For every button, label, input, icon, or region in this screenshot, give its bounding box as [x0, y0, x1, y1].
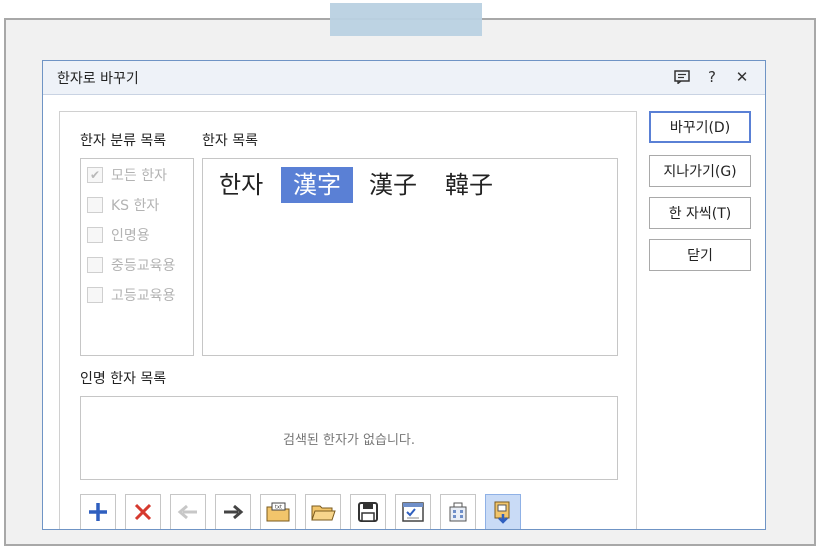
delete-button[interactable] — [125, 494, 161, 529]
name-hanja-label: 인명 한자 목록 — [80, 371, 167, 387]
titlebar: 한자로 바꾸기 ? ✕ — [43, 61, 765, 95]
category-item-label: 중등교육용 — [111, 258, 176, 274]
checklist-button[interactable] — [395, 494, 431, 529]
name-hanja-list: 검색된 한자가 없습니다. — [80, 396, 618, 480]
category-item-label: 고등교육용 — [111, 288, 176, 304]
save-icon — [358, 502, 378, 522]
replace-button[interactable]: 바꾸기(D) — [649, 111, 751, 143]
arrow-right-icon — [224, 504, 244, 520]
tape-decoration — [330, 3, 482, 36]
help-icon[interactable]: ? — [703, 68, 721, 86]
export-icon — [494, 501, 510, 524]
checkbox-icon[interactable] — [87, 197, 103, 213]
category-item-label: KS 한자 — [111, 198, 160, 214]
building-button[interactable] — [440, 494, 476, 529]
export-button[interactable] — [485, 494, 521, 529]
main-panel: 한자 분류 목록 한자 목록 ✔ 모든 한자 KS 한자 인명용 중등교육용 고… — [59, 111, 637, 529]
hanja-item[interactable]: 韓子 — [445, 167, 493, 203]
category-item-middle[interactable]: 중등교육용 — [87, 255, 175, 275]
checkbox-icon[interactable] — [87, 287, 103, 303]
hanja-item[interactable]: 한자 — [219, 167, 263, 203]
category-item-high[interactable]: 고등교육용 — [87, 285, 175, 305]
dialog-title: 한자로 바꾸기 — [57, 71, 139, 87]
hanja-item[interactable]: 漢子 — [369, 167, 417, 203]
svg-text:txt: txt — [275, 505, 282, 511]
open-folder-button[interactable] — [305, 494, 341, 529]
add-button[interactable] — [80, 494, 116, 529]
category-item-ks[interactable]: KS 한자 — [87, 195, 159, 215]
move-left-button[interactable] — [170, 494, 206, 529]
category-item-label: 모든 한자 — [111, 168, 167, 184]
folder-text-icon: txt — [266, 502, 290, 522]
hanja-list-label: 한자 목록 — [202, 133, 258, 149]
toolbar: txt — [80, 494, 530, 529]
category-list: ✔ 모든 한자 KS 한자 인명용 중등교육용 고등교육용 — [80, 158, 194, 356]
folder-open-icon — [311, 505, 336, 521]
close-icon[interactable]: ✕ — [733, 68, 751, 86]
move-right-button[interactable] — [215, 494, 251, 529]
arrow-left-icon — [177, 504, 197, 520]
comment-icon[interactable] — [673, 68, 691, 86]
empty-message: 검색된 한자가 없습니다. — [283, 432, 415, 448]
hanja-list: 한자 漢字 漢子 韓子 — [202, 158, 618, 356]
skip-button[interactable]: 지나가기(G) — [649, 155, 751, 187]
checklist-icon — [402, 502, 424, 522]
save-button[interactable] — [350, 494, 386, 529]
titlebar-icons: ? ✕ — [673, 68, 751, 86]
checkbox-icon[interactable] — [87, 257, 103, 273]
one-by-one-button[interactable]: 한 자씩(T) — [649, 197, 751, 229]
add-icon — [89, 503, 107, 521]
checkbox-icon[interactable] — [87, 227, 103, 243]
hanja-item-selected[interactable]: 漢字 — [281, 167, 353, 203]
checkbox-checked-icon[interactable]: ✔ — [87, 167, 103, 183]
hanja-convert-dialog: 한자로 바꾸기 ? ✕ 한자 분류 목록 한자 목록 ✔ 모든 한자 KS 한자… — [42, 60, 766, 530]
building-icon — [449, 502, 467, 522]
category-item-all[interactable]: ✔ 모든 한자 — [87, 165, 167, 185]
delete-icon — [134, 503, 152, 521]
category-label: 한자 분류 목록 — [80, 133, 167, 149]
category-item-name[interactable]: 인명용 — [87, 225, 150, 245]
open-text-button[interactable]: txt — [260, 494, 296, 529]
close-button[interactable]: 닫기 — [649, 239, 751, 271]
category-item-label: 인명용 — [111, 228, 150, 244]
